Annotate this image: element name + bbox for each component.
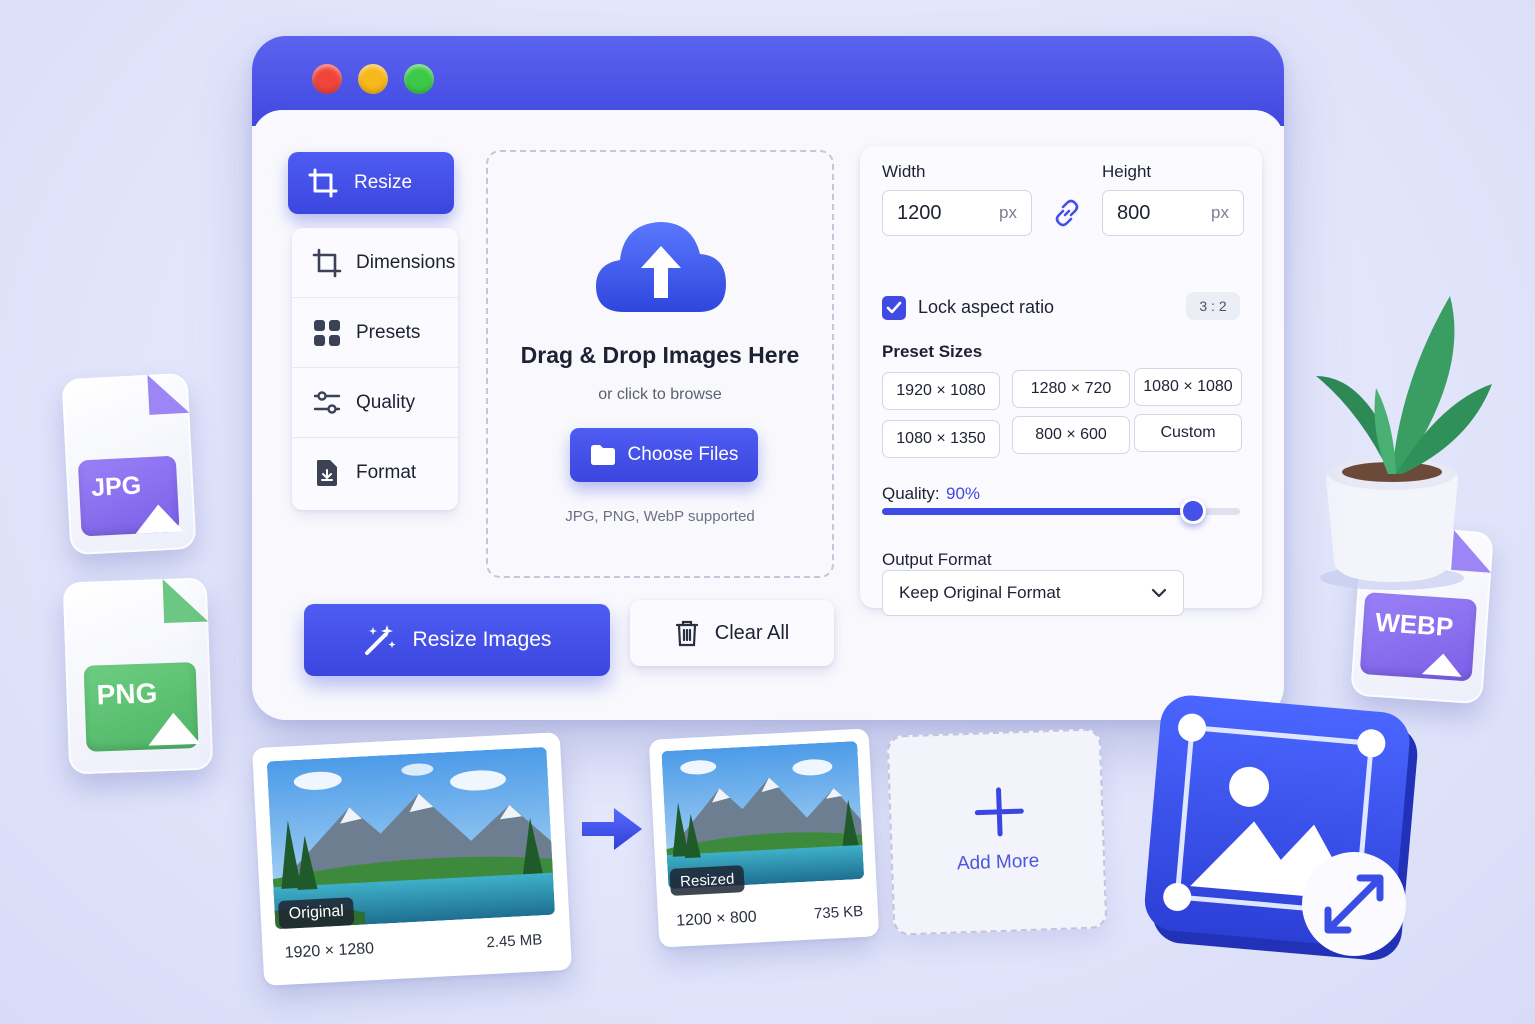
chevron-down-icon (1151, 588, 1167, 598)
sidebar-item-label: Presets (356, 321, 421, 343)
clear-all-button[interactable]: Clear All (630, 600, 834, 666)
drop-zone-title: Drag & Drop Images Here (520, 342, 800, 368)
sidebar-item-label: Quality (356, 391, 416, 413)
width-input[interactable]: 1200 px (882, 190, 1032, 236)
folder-icon (590, 445, 615, 465)
app-window: Resize Dimensions Presets Quality Format… (252, 36, 1284, 720)
sliders-icon (312, 388, 342, 418)
trash-icon (675, 620, 698, 647)
original-image-card[interactable]: Original 1920 × 1280 2.45 MB (251, 732, 573, 986)
link-icon[interactable] (1052, 198, 1082, 228)
lock-aspect-label: Lock aspect ratio (918, 297, 1055, 317)
settings-panel: Width Height 1200 px 800 px Lock aspect … (860, 146, 1262, 608)
preset-button[interactable]: 1920 × 1080 (882, 372, 1000, 410)
original-label: Original (278, 897, 355, 930)
grid-icon (312, 318, 342, 348)
mountain-icon (135, 504, 184, 534)
supported-formats-text: JPG, PNG, WebP supported (565, 508, 755, 525)
drop-zone-subtitle: or click to browse (598, 386, 722, 403)
quality-slider[interactable] (882, 498, 1240, 524)
quality-value: 90% (946, 484, 981, 503)
sidebar-item-format[interactable]: Format (292, 438, 458, 508)
lock-aspect-checkbox[interactable] (882, 296, 906, 320)
jpg-file-badge: JPG (61, 372, 197, 556)
arrow-right-icon (582, 808, 642, 850)
crop-icon (308, 168, 338, 198)
preset-button[interactable]: 1080 × 1350 (882, 420, 1000, 458)
checkmark-icon (886, 301, 902, 314)
preset-button-custom[interactable]: Custom (1134, 414, 1242, 452)
resized-image-card[interactable]: Resized 1200 × 800 735 KB (648, 728, 880, 948)
sidebar-item-dimensions[interactable]: Dimensions (292, 228, 458, 298)
cloud-upload-icon (596, 222, 726, 312)
preset-button[interactable]: 1280 × 720 (1012, 370, 1130, 408)
resized-label: Resized (669, 865, 746, 896)
quality-slider-handle[interactable] (1180, 498, 1207, 524)
resized-dimensions: 1200 × 800 (675, 908, 758, 930)
magic-wand-icon (364, 625, 396, 655)
output-format-select[interactable]: Keep Original Format (882, 570, 1184, 616)
plant-decoration (1316, 296, 1492, 590)
window-body: Resize Dimensions Presets Quality Format… (252, 110, 1284, 720)
crop-icon (312, 248, 342, 278)
height-input[interactable]: 800 px (1102, 190, 1244, 236)
file-icon (312, 458, 342, 488)
maximize-window-button[interactable] (404, 64, 434, 94)
width-label: Width (882, 162, 926, 181)
resize-images-button[interactable]: Resize Images (304, 604, 610, 676)
sidebar-item-resize[interactable]: Resize (288, 152, 454, 214)
minimize-window-button[interactable] (358, 64, 388, 94)
add-more-button[interactable]: Add More (886, 728, 1108, 936)
resized-filesize: 735 KB (813, 902, 864, 923)
preset-button[interactable]: 1080 × 1080 (1134, 368, 1242, 406)
add-more-label: Add More (956, 850, 1040, 875)
resize-image-icon (1144, 695, 1418, 961)
sidebar-item-quality[interactable]: Quality (292, 368, 458, 438)
preset-sizes-title: Preset Sizes (882, 342, 983, 361)
sidebar-item-label: Format (356, 462, 417, 483)
preset-button[interactable]: 800 × 600 (1012, 416, 1130, 454)
quality-label: Quality: (882, 484, 940, 503)
original-dimensions: 1920 × 1280 (284, 940, 375, 962)
close-window-button[interactable] (312, 64, 342, 94)
sidebar-menu: Dimensions Presets Quality Format (292, 228, 458, 510)
height-label: Height (1102, 162, 1152, 181)
mountain-icon (148, 712, 201, 746)
plus-icon (974, 787, 1024, 837)
output-format-label: Output Format (882, 550, 992, 569)
drop-zone[interactable]: Drag & Drop Images Here or click to brow… (486, 150, 834, 578)
mountain-icon (1421, 653, 1462, 677)
choose-files-button[interactable]: Choose Files (570, 428, 758, 482)
original-filesize: 2.45 MB (486, 931, 543, 952)
png-file-badge: PNG (62, 577, 214, 775)
sidebar-item-presets[interactable]: Presets (292, 298, 458, 368)
aspect-ratio-badge: 3 : 2 (1186, 292, 1240, 320)
quality-slider-fill (882, 508, 1194, 515)
sidebar-item-label: Resize (354, 172, 413, 193)
sidebar-item-label: Dimensions (356, 251, 456, 273)
